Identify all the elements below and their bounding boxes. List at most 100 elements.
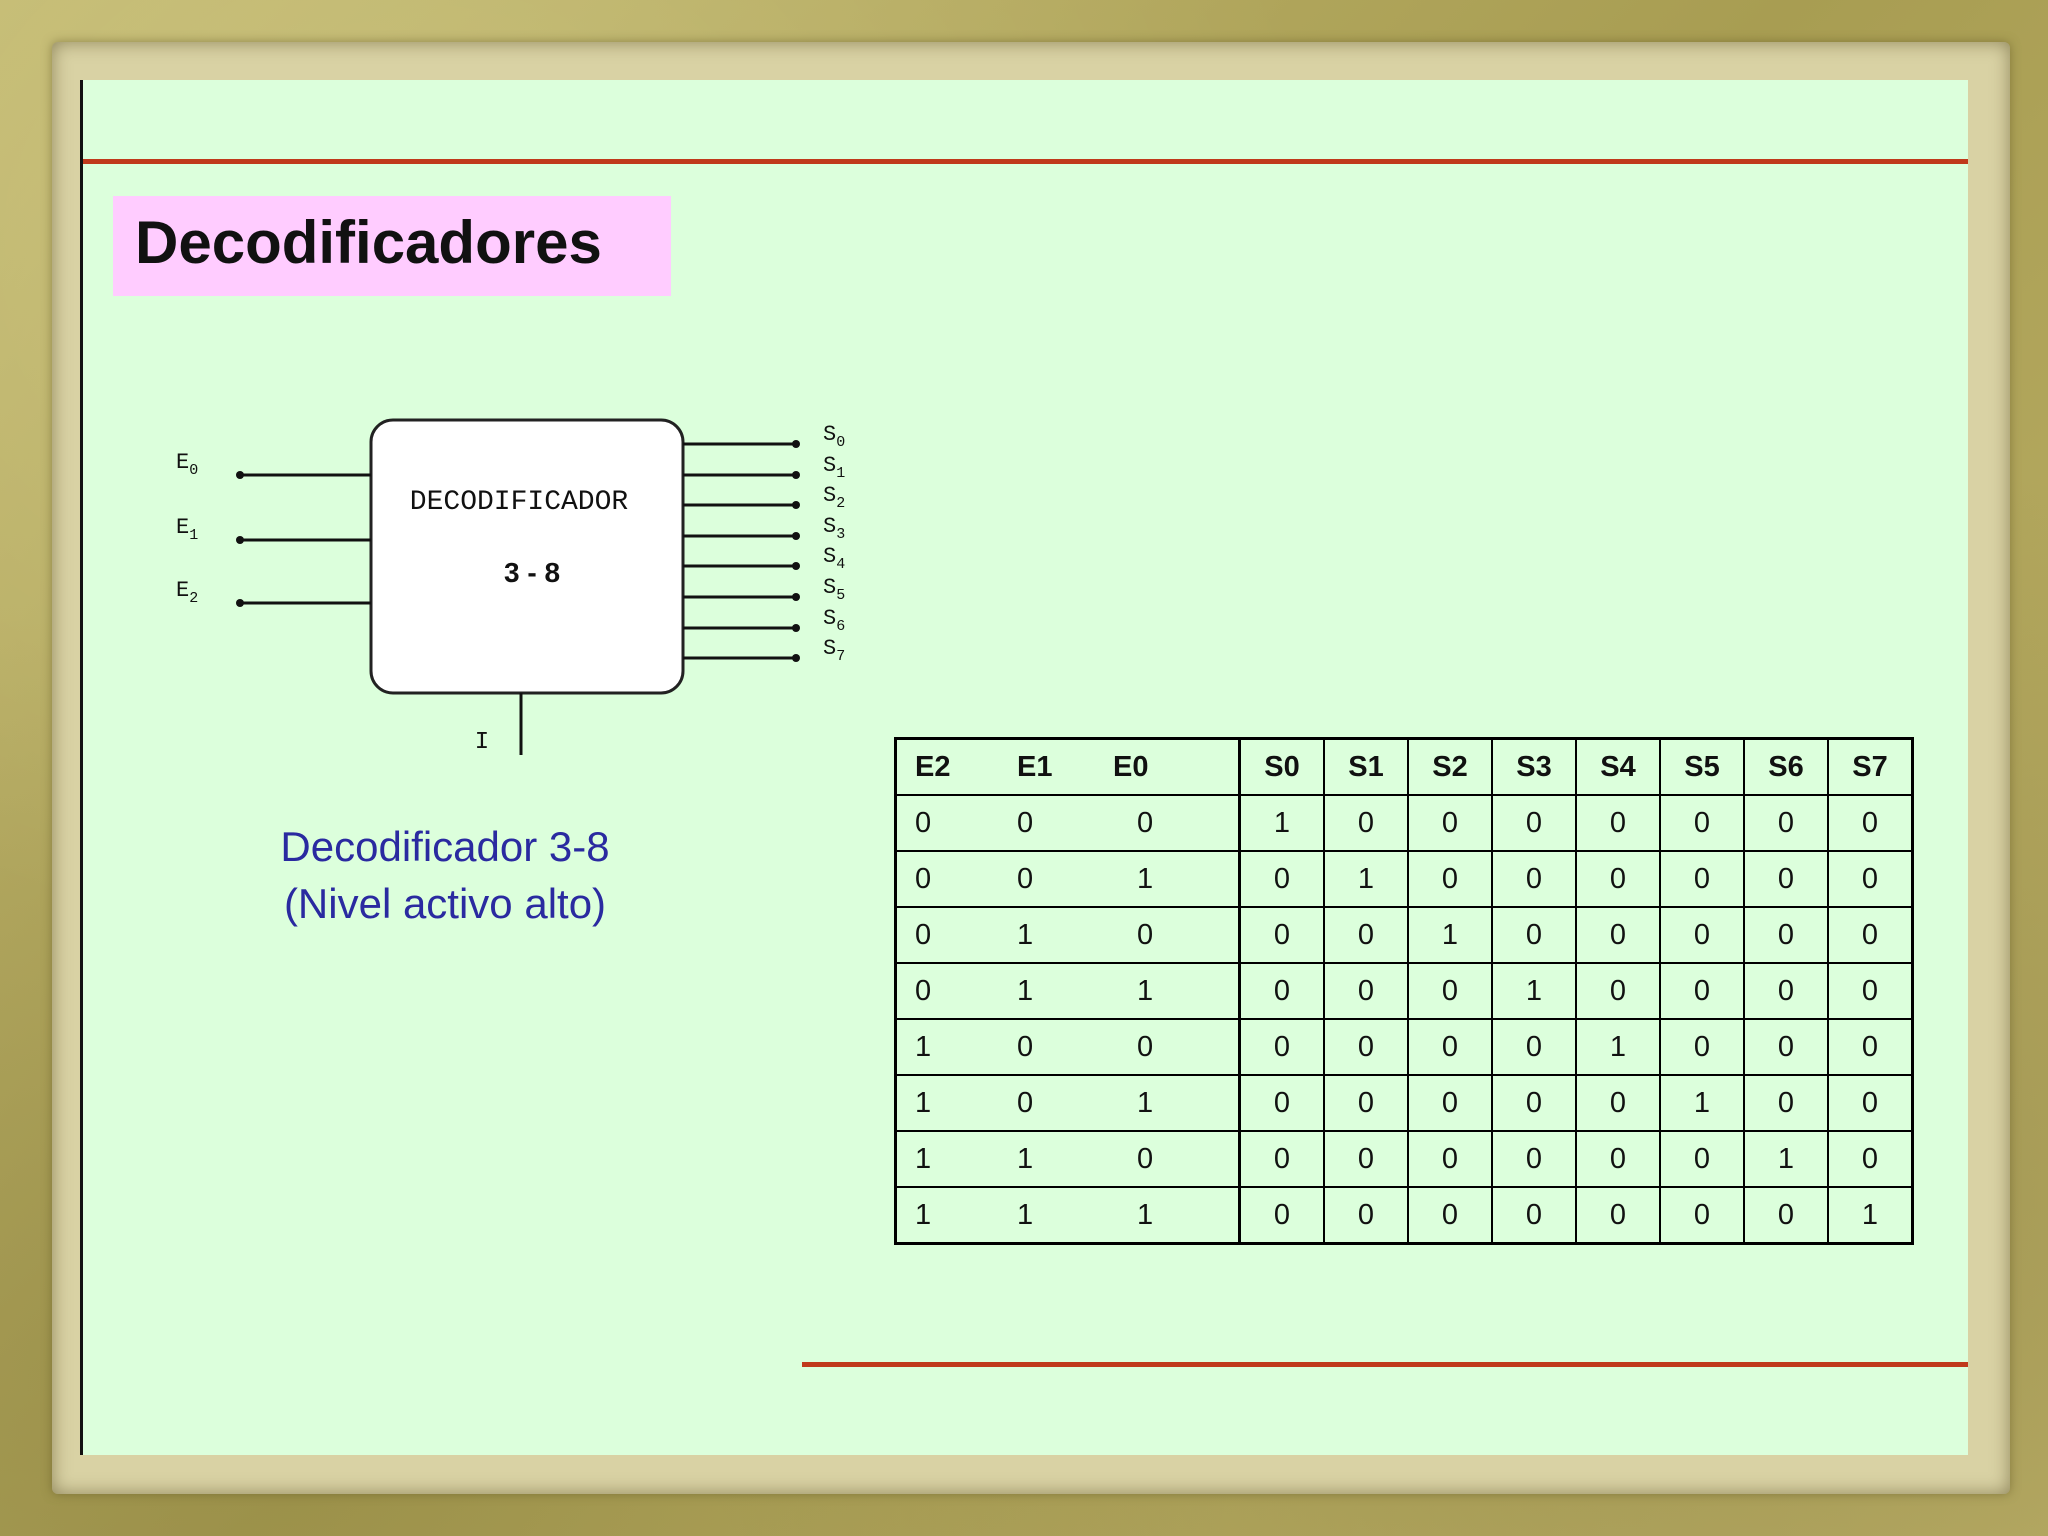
output-cell: 0 — [1659, 1018, 1745, 1076]
output-cell: 0 — [1659, 906, 1745, 964]
input-cell: 0 — [894, 906, 999, 964]
header-cell: S1 — [1323, 737, 1409, 796]
output-cell: 0 — [1238, 1018, 1325, 1076]
input-cell: 0 — [999, 850, 1095, 908]
input-cell: 0 — [894, 962, 999, 1020]
output-cell: 0 — [1743, 1018, 1829, 1076]
output-label: S5 — [823, 575, 845, 604]
output-cell: 0 — [1491, 1130, 1577, 1188]
input-cell: 1 — [999, 1186, 1095, 1245]
output-cell: 0 — [1743, 962, 1829, 1020]
output-cell: 0 — [1407, 1130, 1493, 1188]
output-cell: 0 — [1407, 794, 1493, 852]
input-label: E1 — [176, 515, 198, 544]
input-dot — [236, 471, 244, 479]
output-dot — [792, 593, 800, 601]
output-cell: 0 — [1323, 1186, 1409, 1245]
input-cell: 0 — [1095, 1018, 1241, 1076]
table-row: 10100000100 — [894, 1074, 1914, 1132]
truth-table: E2 E1 E0 S0 S1 S2 S3 S4 S5 S6 S7 0001000… — [894, 737, 1914, 1245]
output-cell: 0 — [1323, 1074, 1409, 1132]
input-label: E0 — [176, 450, 198, 479]
output-cell: 0 — [1575, 794, 1661, 852]
output-label: S3 — [823, 514, 845, 543]
enable-label: I — [475, 729, 489, 756]
output-cell: 0 — [1659, 1130, 1745, 1188]
input-cell: 1 — [894, 1074, 999, 1132]
input-dot — [236, 536, 244, 544]
output-cell: 0 — [1238, 906, 1325, 964]
output-dot — [792, 471, 800, 479]
header-cell: S6 — [1743, 737, 1829, 796]
output-dot — [792, 532, 800, 540]
output-cell: 0 — [1743, 794, 1829, 852]
output-cell: 0 — [1407, 1018, 1493, 1076]
output-dot — [792, 624, 800, 632]
output-cell: 0 — [1827, 962, 1914, 1020]
output-cell: 0 — [1659, 794, 1745, 852]
output-cell: 0 — [1827, 1018, 1914, 1076]
input-cell: 1 — [1095, 850, 1241, 908]
table-body: 0001000000000101000000010001000000110001… — [894, 794, 1914, 1245]
output-cell: 1 — [1743, 1130, 1829, 1188]
caption-line-2: (Nivel activo alto) — [284, 880, 606, 927]
output-cell: 0 — [1407, 850, 1493, 908]
header-cell: E0 — [1095, 737, 1241, 796]
output-cell: 0 — [1827, 1130, 1914, 1188]
header-cell: E1 — [999, 737, 1095, 796]
input-cell: 0 — [894, 850, 999, 908]
output-cell: 0 — [1743, 906, 1829, 964]
input-cell: 0 — [999, 1074, 1095, 1132]
output-cell: 0 — [1827, 850, 1914, 908]
output-cell: 0 — [1659, 1186, 1745, 1245]
output-cell: 0 — [1827, 906, 1914, 964]
output-cell: 0 — [1575, 1186, 1661, 1245]
output-cell: 0 — [1575, 850, 1661, 908]
output-label: S1 — [823, 453, 845, 482]
block-subtitle: 3 - 8 — [504, 557, 560, 588]
output-cell: 0 — [1323, 962, 1409, 1020]
output-label: S6 — [823, 606, 845, 635]
output-cell: 0 — [1491, 850, 1577, 908]
output-pins: S0S1S2S3S4S5S6S7 — [683, 422, 845, 665]
input-cell: 1 — [894, 1130, 999, 1188]
input-dot — [236, 599, 244, 607]
output-cell: 0 — [1323, 794, 1409, 852]
table-row: 01100010000 — [894, 962, 1914, 1020]
output-cell: 0 — [1323, 906, 1409, 964]
output-cell: 0 — [1407, 962, 1493, 1020]
output-cell: 0 — [1575, 962, 1661, 1020]
output-dot — [792, 501, 800, 509]
output-cell: 0 — [1575, 906, 1661, 964]
input-cell: 1 — [999, 1130, 1095, 1188]
output-cell: 1 — [1491, 962, 1577, 1020]
output-cell: 0 — [1575, 1130, 1661, 1188]
output-cell: 1 — [1407, 906, 1493, 964]
output-cell: 0 — [1491, 1074, 1577, 1132]
output-label: S2 — [823, 483, 845, 512]
input-cell: 0 — [1095, 906, 1241, 964]
output-cell: 1 — [1238, 794, 1325, 852]
output-cell: 0 — [1238, 1186, 1325, 1245]
output-cell: 0 — [1491, 794, 1577, 852]
output-cell: 1 — [1827, 1186, 1914, 1245]
input-cell: 1 — [894, 1186, 999, 1245]
output-cell: 0 — [1491, 1018, 1577, 1076]
table-row: 00010000000 — [894, 794, 1914, 852]
input-pins: E0 E1 E2 — [176, 450, 371, 607]
header-cell: S7 — [1827, 737, 1914, 796]
input-cell: 0 — [999, 1018, 1095, 1076]
output-cell: 1 — [1323, 850, 1409, 908]
input-cell: 0 — [999, 794, 1095, 852]
input-cell: 0 — [1095, 1130, 1241, 1188]
output-cell: 0 — [1238, 962, 1325, 1020]
output-cell: 1 — [1659, 1074, 1745, 1132]
input-cell: 1 — [1095, 1074, 1241, 1132]
output-dot — [792, 440, 800, 448]
caption-line-1: Decodificador 3-8 — [280, 823, 609, 870]
output-cell: 0 — [1491, 1186, 1577, 1245]
output-cell: 0 — [1491, 906, 1577, 964]
output-cell: 0 — [1743, 850, 1829, 908]
block-label: DECODIFICADOR — [410, 487, 629, 518]
header-cell: S2 — [1407, 737, 1493, 796]
